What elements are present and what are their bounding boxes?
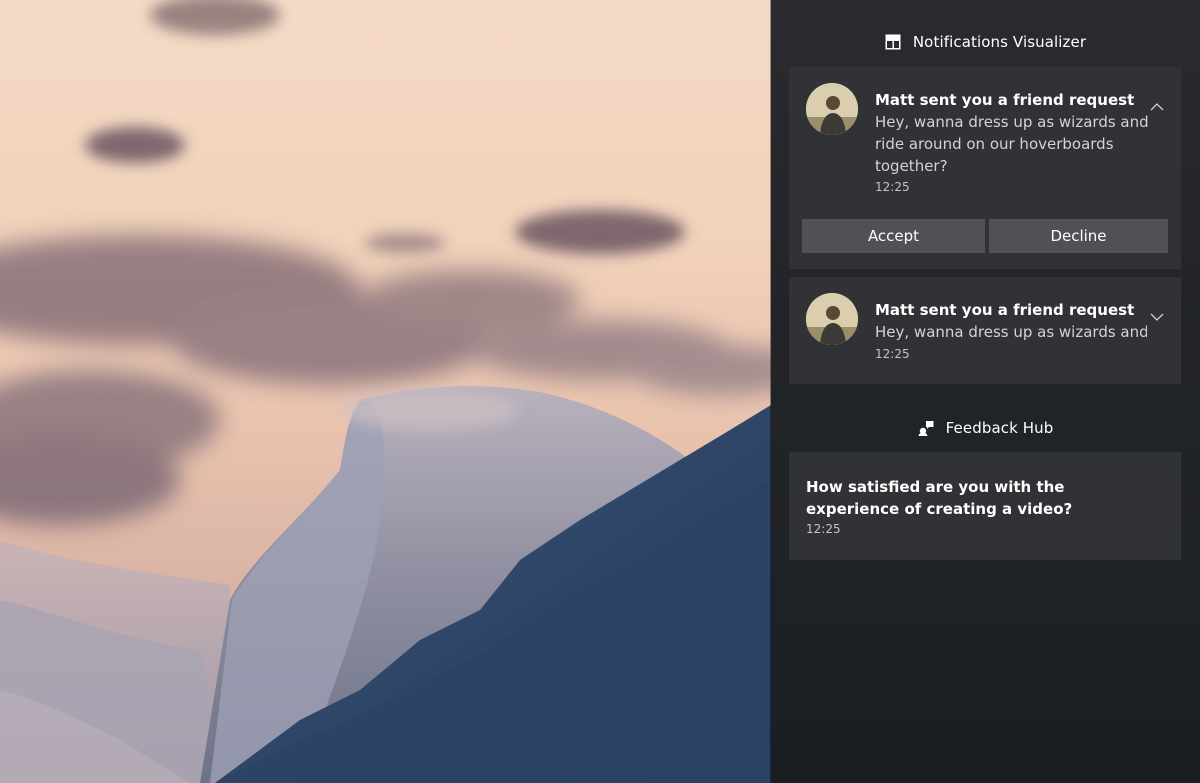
avatar: [806, 293, 858, 345]
collapse-chevron-button[interactable]: [1147, 97, 1167, 117]
notification-body: Hey, wanna dress up as wizards and ride …: [875, 113, 1149, 175]
desktop-screen: Notifications Visualizer Matt sent you a…: [0, 0, 1200, 783]
action-center-panel: Notifications Visualizer Matt sent you a…: [771, 0, 1200, 783]
desktop-wallpaper: [0, 0, 771, 783]
notification-toast-feedback[interactable]: How satisfied are you with the experienc…: [789, 452, 1181, 560]
avatar: [806, 83, 858, 135]
chevron-up-icon: [1150, 103, 1164, 111]
notification-toast-collapsed[interactable]: Matt sent you a friend request Hey, wann…: [789, 277, 1181, 384]
notification-timestamp: 12:25: [875, 180, 910, 194]
chevron-down-icon: [1150, 313, 1164, 321]
notification-body: Hey, wanna dress up as wizards and r: [875, 323, 1147, 341]
wallpaper-landscape: [0, 0, 771, 783]
expand-chevron-button[interactable]: [1147, 307, 1167, 327]
notification-timestamp: 12:25: [875, 347, 910, 361]
notifications-visualizer-icon: [885, 34, 901, 50]
group-header-notifications-visualizer[interactable]: Notifications Visualizer: [771, 30, 1200, 54]
notification-toast-expanded[interactable]: Matt sent you a friend request Hey, wann…: [789, 67, 1181, 269]
group-header-feedback-hub[interactable]: Feedback Hub: [771, 416, 1200, 440]
decline-button[interactable]: Decline: [989, 219, 1168, 253]
notification-title: Matt sent you a friend request: [875, 91, 1135, 109]
feedback-hub-icon: [918, 420, 934, 436]
notification-timestamp: 12:25: [806, 522, 841, 536]
notification-title: How satisfied are you with the experienc…: [806, 478, 1073, 518]
group-app-name: Feedback Hub: [945, 419, 1054, 437]
notification-title: Matt sent you a friend request: [875, 301, 1135, 319]
accept-button[interactable]: Accept: [802, 219, 985, 253]
group-app-name: Notifications Visualizer: [912, 33, 1087, 51]
